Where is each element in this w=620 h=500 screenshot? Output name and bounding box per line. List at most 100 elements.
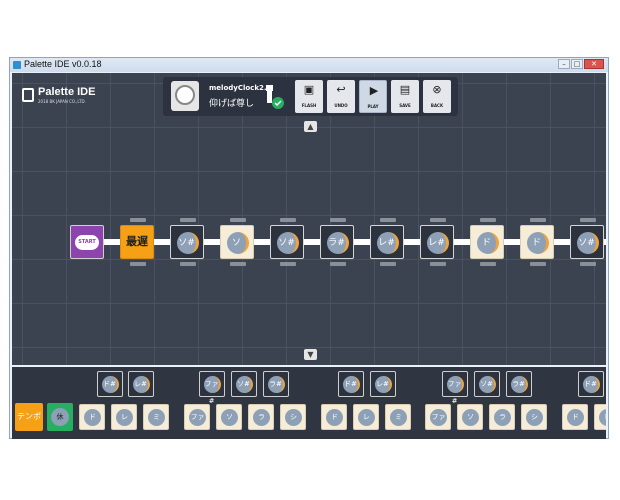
palette-note[interactable]: レ: [594, 404, 606, 430]
flash-label: FLASH: [301, 103, 317, 108]
scroll-up-button[interactable]: ▲: [304, 121, 317, 132]
palette-note[interactable]: ラ: [489, 404, 515, 430]
tempo-block[interactable]: 最遅: [120, 225, 154, 259]
note-label: ソ#: [577, 232, 599, 254]
palette-note-label: レ#: [133, 376, 150, 393]
block-tab: [480, 262, 496, 266]
save-label: SAVE: [399, 103, 411, 108]
note-block[interactable]: ド: [520, 225, 554, 259]
note-block[interactable]: ソ#: [270, 225, 304, 259]
block-tab: [480, 218, 496, 222]
palette-sharp-note[interactable]: ソ#: [231, 371, 257, 397]
palette-note-label: ラ: [494, 409, 511, 426]
palette-note[interactable]: シ: [280, 404, 306, 430]
chip-icon: ▣: [303, 83, 315, 96]
palette-note[interactable]: ミ: [385, 404, 411, 430]
palette-sharp-note[interactable]: レ#: [128, 371, 154, 397]
undo-label: UNDO: [334, 103, 348, 108]
palette-note-label: ド: [326, 409, 343, 426]
palette-sharp-note[interactable]: ラ#: [506, 371, 532, 397]
back-button[interactable]: ⊗ BACK: [423, 80, 451, 113]
palette-sharp-note[interactable]: ファ#: [442, 371, 468, 405]
block-tab: [180, 262, 196, 266]
palette-note-label: シ: [526, 409, 543, 426]
block-tab: [130, 262, 146, 266]
palette-note-label: ラ#: [511, 376, 528, 393]
palette-note-label: ラ#: [268, 376, 285, 393]
block-tab: [180, 218, 196, 222]
clock-icon: [175, 85, 195, 105]
palette-note[interactable]: ミ: [143, 404, 169, 430]
play-label: PLAY: [367, 104, 379, 109]
palette-note-label: ファ#: [447, 376, 464, 405]
palette-sharp-note[interactable]: ラ#: [263, 371, 289, 397]
note-block[interactable]: ラ#: [320, 225, 354, 259]
palette-note[interactable]: レ: [111, 404, 137, 430]
palette-note-label: レ#: [375, 376, 392, 393]
palette-note[interactable]: シ: [521, 404, 547, 430]
note-label: ソ#: [177, 232, 199, 254]
palette-sharp-note[interactable]: ド#: [338, 371, 364, 397]
palette-note-label: レ: [116, 409, 133, 426]
note-block[interactable]: ド: [470, 225, 504, 259]
palette-sharp-note[interactable]: ド#: [97, 371, 123, 397]
rest-label: 休: [51, 408, 69, 426]
palette-note[interactable]: レ: [353, 404, 379, 430]
palette-note[interactable]: ラ: [248, 404, 274, 430]
device-image[interactable]: [171, 81, 199, 111]
scroll-down-button[interactable]: ▼: [304, 349, 317, 360]
app-icon: [13, 61, 21, 69]
palette-note-label: ド#: [343, 376, 360, 393]
toolbar: melodyClock2.0 仰げば尊し ▣ FLASH ↩ UNDO ▶ PL…: [163, 77, 458, 116]
palette-note-label: ソ: [221, 409, 238, 426]
minimize-button[interactable]: –: [558, 59, 570, 69]
palette-note[interactable]: ソ: [216, 404, 242, 430]
note-label: ソ#: [277, 232, 299, 254]
palette-note[interactable]: ファ: [184, 404, 210, 430]
back-label: BACK: [430, 103, 444, 108]
palette-note-label: ミ: [148, 409, 165, 426]
close-button[interactable]: ✕: [584, 59, 604, 69]
note-label: レ#: [377, 232, 399, 254]
palette-sharp-note[interactable]: ソ#: [474, 371, 500, 397]
palette-sharp-note[interactable]: ド#: [578, 371, 604, 397]
note-block[interactable]: ソ#: [170, 225, 204, 259]
palette-note-label: ソ: [462, 409, 479, 426]
palette-note[interactable]: ド: [562, 404, 588, 430]
block-tab: [330, 218, 346, 222]
usb-connected-icon: [266, 85, 284, 109]
palette-note[interactable]: ファ: [425, 404, 451, 430]
song-title: 仰げば尊し: [209, 99, 255, 109]
note-block[interactable]: レ#: [420, 225, 454, 259]
palette-note[interactable]: ド: [321, 404, 347, 430]
flash-button[interactable]: ▣ FLASH: [295, 80, 323, 113]
palette-tempo-block[interactable]: テンポ: [15, 403, 43, 431]
note-label: ド: [477, 232, 499, 254]
palette-rest-block[interactable]: 休: [47, 403, 73, 431]
window-controls: – □ ✕: [558, 59, 604, 69]
play-button[interactable]: ▶ PLAY: [359, 80, 387, 113]
logo-text: Palette IDE: [38, 86, 96, 98]
note-block[interactable]: ソ#: [570, 225, 604, 259]
save-button[interactable]: ▤ SAVE: [391, 80, 419, 113]
undo-icon: ↩: [336, 83, 346, 96]
note-block[interactable]: ソ: [220, 225, 254, 259]
app-window: Palette IDE v0.0.18 – □ ✕ Palette IDE 20…: [9, 57, 609, 439]
note-block[interactable]: レ#: [370, 225, 404, 259]
start-block[interactable]: START: [70, 225, 104, 259]
program-canvas[interactable]: Palette IDE 2018 BK JAPAN CO.,LTD. melod…: [12, 73, 606, 365]
palette-note-label: シ: [285, 409, 302, 426]
palette-note[interactable]: ド: [79, 404, 105, 430]
block-tab: [130, 218, 146, 222]
save-icon: ▤: [399, 83, 411, 96]
logo-subtext: 2018 BK JAPAN CO.,LTD.: [38, 99, 86, 104]
undo-button[interactable]: ↩ UNDO: [327, 80, 355, 113]
logo-icon: [22, 88, 34, 102]
palette-note[interactable]: ソ: [457, 404, 483, 430]
palette-sharp-note[interactable]: ファ#: [199, 371, 225, 405]
palette-note-label: ド#: [583, 376, 600, 393]
palette-sharp-note[interactable]: レ#: [370, 371, 396, 397]
block-tab: [330, 262, 346, 266]
maximize-button[interactable]: □: [571, 59, 583, 69]
block-tab: [430, 218, 446, 222]
